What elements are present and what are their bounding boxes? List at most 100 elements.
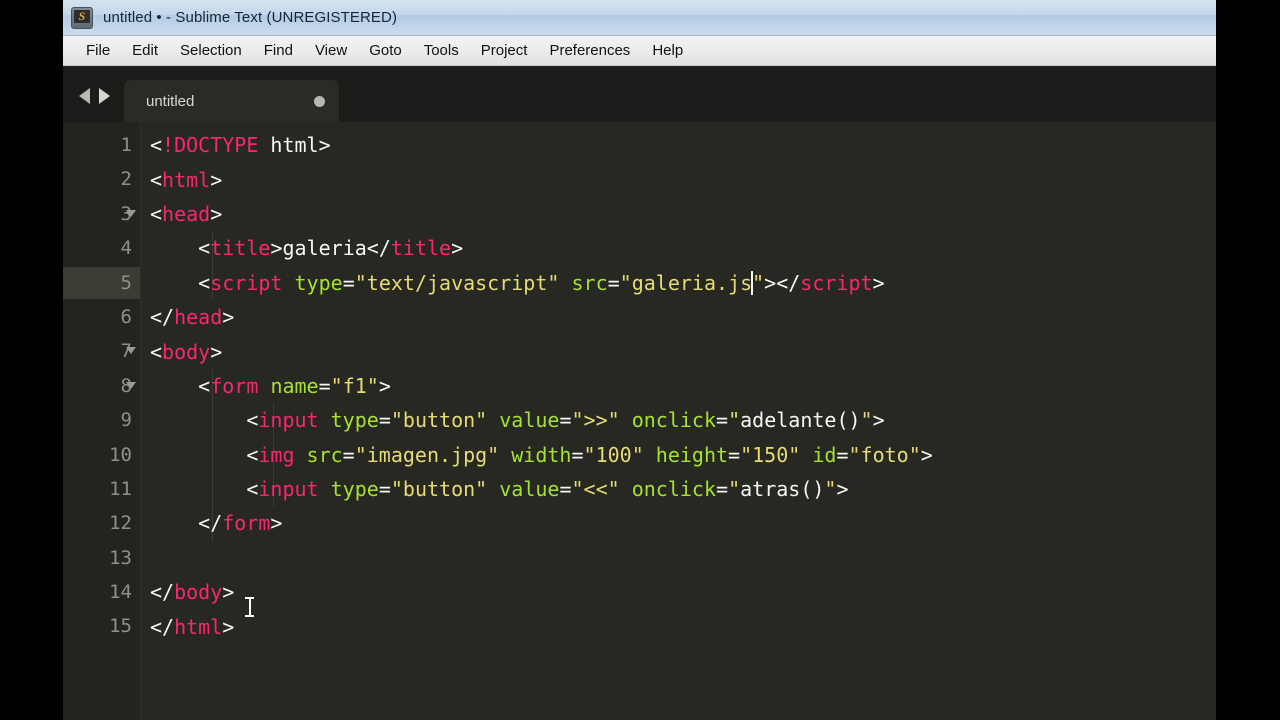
code-line[interactable]: 8 <form name="f1"> [63,368,1216,404]
code-token: "galeria.js [619,270,753,295]
code-token: "button" [390,408,488,433]
code-token: = [716,477,729,502]
code-line[interactable]: 9 <input type="button" value=">>" onclic… [63,403,1216,438]
code-line[interactable]: 1 <!DOCTYPE html> [63,128,1216,162]
code-token: > [210,167,223,192]
code-line[interactable]: 6 </head> [63,300,1216,334]
code-area[interactable]: 1 <!DOCTYPE html> 2 <html> 3 <head> 4 <title>g… [63,122,1216,644]
code-token: "button" [390,477,488,502]
tab-untitled[interactable]: untitled [124,80,339,122]
line-number-cell: 14 [63,576,140,608]
menu-item-help[interactable]: Help [641,39,694,62]
code-token: </ [150,580,175,605]
code-line[interactable]: 14 </body> [63,575,1216,609]
code-line[interactable]: 3 <head> [63,197,1216,231]
code-token: src [571,270,608,295]
code-token: = [836,442,849,467]
window-titlebar: untitled • - Sublime Text (UNREGISTERED) [63,0,1216,36]
line-number-cell: 15 [63,610,140,642]
line-number-cell: 6 [63,301,140,333]
menu-item-project[interactable]: Project [470,39,539,62]
code-token: script [210,270,283,295]
code-token: </ [150,305,175,330]
code-token: "150" [740,442,801,467]
code-line[interactable]: 4 <title>galeria</title> [63,231,1216,266]
line-number: 12 [109,512,132,535]
code-token: < [150,236,211,261]
line-number-cell: 10 [63,439,140,471]
code-fold-triangle-icon[interactable] [126,347,136,355]
code-line[interactable]: 5 <script type="text/javascript" src="ga… [63,265,1216,300]
code-line[interactable]: 13 [63,541,1216,575]
code-line[interactable]: 12 </form> [63,506,1216,541]
line-number: 10 [109,443,132,466]
code-line[interactable]: 11 <input type="button" value="<<" oncli… [63,471,1216,507]
code-line-text: </html> [150,615,234,639]
code-token: > [764,270,777,295]
tab-unsaved-indicator-icon [314,95,325,107]
code-token: > [222,305,235,330]
line-number: 14 [109,581,132,604]
code-line[interactable]: 7 <body> [63,334,1216,368]
letterbox-left [0,0,63,720]
arrow-left-icon[interactable] [79,88,90,104]
tabstrip: untitled [63,66,1216,122]
code-line-text: <input type="button" value=">>" onclick=… [150,408,884,433]
code-token: " [860,408,873,433]
code-token: </ [150,614,175,639]
menu-item-goto[interactable]: Goto [358,39,413,62]
line-number-cell: 5 [63,266,140,299]
menu-item-tools[interactable]: Tools [413,39,470,62]
code-token: script [800,270,873,295]
code-token: < [150,477,259,502]
menu-item-edit[interactable]: Edit [121,39,169,62]
line-number-cell: 13 [63,542,140,574]
tab-list: untitled [124,80,339,122]
window-title: untitled • - Sublime Text (UNREGISTERED) [103,9,398,26]
code-line-text: <!DOCTYPE html> [150,133,331,157]
code-token: body [174,580,223,605]
code-line-text: <title>galeria</title> [150,236,463,260]
menu-item-file[interactable]: File [75,39,121,62]
code-token: < [150,408,259,433]
code-token: = [559,477,572,502]
code-line-text: </form> [150,511,282,535]
code-token: = [342,442,355,467]
code-token: title [210,236,271,261]
line-number: 4 [120,237,132,260]
code-token: !DOCTYPE [162,133,259,158]
code-token: form [210,373,259,398]
code-token: = [318,373,331,398]
code-token: width [511,442,572,467]
menu-item-find[interactable]: Find [253,39,304,62]
line-number: 1 [120,134,132,156]
code-token: " [824,477,837,502]
code-token: name [270,373,319,398]
code-token: < [150,442,259,467]
code-token: </ [150,511,223,536]
code-token: img [258,442,295,467]
code-token: > [451,236,464,261]
menu-item-preferences[interactable]: Preferences [538,39,641,62]
code-token: html [258,133,319,158]
code-token: onclick [631,477,717,502]
code-editor[interactable]: 1 <!DOCTYPE html> 2 <html> 3 <head> 4 <title>g… [63,122,1216,720]
menu-item-selection[interactable]: Selection [169,39,253,62]
code-line-text: <form name="f1"> [150,374,391,398]
code-token: " [728,408,741,433]
code-fold-triangle-icon[interactable] [126,381,136,389]
code-line[interactable]: 10 <img src="imagen.jpg" width="100" hei… [63,437,1216,472]
line-number: 13 [109,546,132,569]
code-line[interactable]: 2 <html> [63,162,1216,196]
code-token: input [258,408,319,433]
code-token: adelante() [740,408,861,433]
code-fold-triangle-icon[interactable] [126,209,136,217]
arrow-right-icon[interactable] [99,88,110,104]
menu-item-view[interactable]: View [304,39,358,62]
code-token: type [330,477,379,502]
code-line[interactable]: 15 </html> [63,609,1216,643]
